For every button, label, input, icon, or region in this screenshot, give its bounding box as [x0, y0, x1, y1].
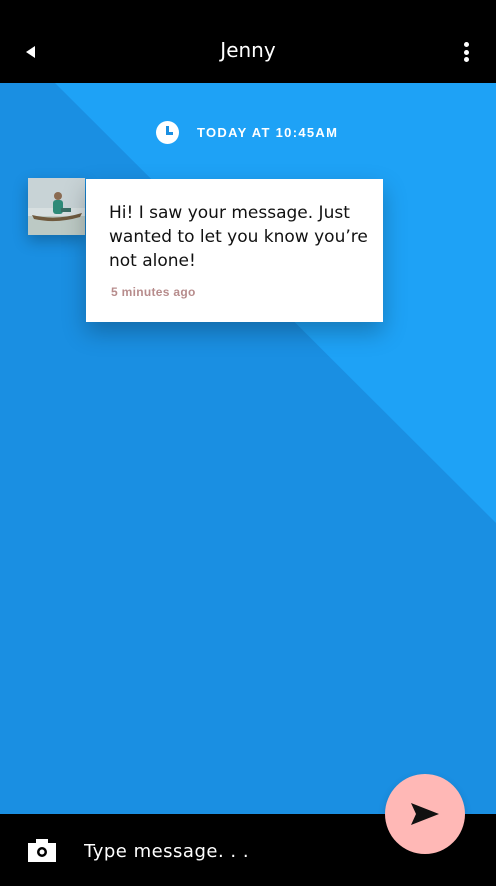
app-header: Jenny — [0, 0, 496, 83]
message-input[interactable] — [84, 836, 384, 866]
conversation-area[interactable]: TODAY AT 10:45AM Hi! I saw your message.… — [0, 83, 496, 814]
timestamp-text: TODAY AT 10:45AM — [197, 124, 339, 140]
send-button[interactable] — [385, 774, 465, 854]
avatar[interactable] — [28, 178, 85, 235]
contact-name: Jenny — [220, 38, 276, 62]
camera-icon — [28, 839, 56, 862]
clock-icon — [156, 120, 179, 144]
message-time: 5 minutes ago — [111, 285, 196, 299]
conversation-timestamp: TODAY AT 10:45AM — [156, 120, 338, 144]
more-vertical-icon — [463, 42, 469, 47]
camera-button[interactable] — [28, 838, 56, 862]
more-options-button[interactable] — [456, 40, 476, 64]
message-text: Hi! I saw your message. Just wanted to l… — [109, 203, 368, 271]
message-bubble[interactable]: Hi! I saw your message. Just wanted to l… — [86, 179, 383, 322]
avatar-photo — [28, 178, 85, 235]
send-icon — [411, 803, 439, 825]
